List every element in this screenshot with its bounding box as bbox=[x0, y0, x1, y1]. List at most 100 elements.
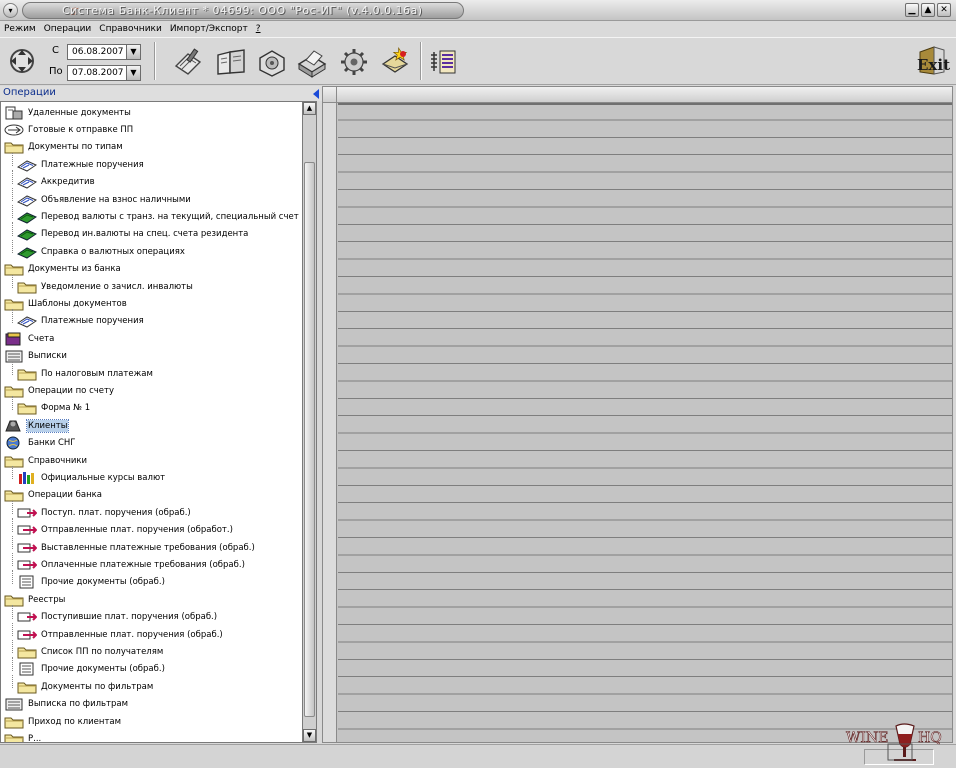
operations-panel-header: Операции bbox=[0, 86, 322, 101]
refresh-icon[interactable] bbox=[7, 46, 37, 76]
folder-icon bbox=[17, 367, 37, 381]
printer-icon[interactable] bbox=[296, 46, 328, 78]
scroll-up-button[interactable]: ▲ bbox=[303, 102, 316, 115]
tree-item[interactable]: Выписки bbox=[4, 348, 68, 365]
tree-item-label: Шаблоны документов bbox=[28, 298, 127, 309]
operations-tree[interactable]: Удаленные документы Готовые к отправке ПП… bbox=[0, 101, 303, 743]
tree-guide-line bbox=[12, 640, 13, 654]
tree-item[interactable]: Справка о валютных операциях bbox=[16, 243, 186, 260]
tree-item[interactable]: Поступившие плат. поручения (обраб.) bbox=[17, 609, 218, 626]
grid-corner-cell bbox=[323, 87, 337, 103]
tree-item[interactable]: Оплаченные платежные требования (обраб.) bbox=[17, 556, 246, 573]
gear-icon[interactable] bbox=[338, 46, 370, 78]
tree-guide-line bbox=[12, 518, 13, 532]
list-icon[interactable] bbox=[428, 46, 460, 78]
tree-item[interactable]: Форма № 1 bbox=[17, 400, 91, 417]
tree-item[interactable]: Прочие документы (обраб.) bbox=[17, 574, 166, 591]
menu-mode[interactable]: Режим bbox=[4, 21, 36, 37]
tree-item[interactable]: Готовые к отправке ПП bbox=[4, 121, 134, 138]
from-date-input[interactable]: 06.08.2007 bbox=[67, 44, 127, 60]
menu-operations[interactable]: Операции bbox=[44, 21, 92, 37]
tree-item[interactable]: Выставленные платежные требования (обраб… bbox=[17, 539, 256, 556]
outgoing-icon bbox=[17, 541, 38, 555]
tree-item-label: Удаленные документы bbox=[28, 107, 131, 118]
tree-item[interactable]: Прочие документы (обраб.) bbox=[17, 661, 166, 678]
tree-item[interactable]: Клиенты bbox=[4, 417, 70, 434]
tree-item[interactable]: Справочники bbox=[4, 452, 88, 469]
tree-item-label: Операции банка bbox=[28, 490, 102, 501]
incoming-icon bbox=[17, 610, 38, 624]
tree-guide-line bbox=[12, 152, 13, 167]
tree-item[interactable]: По налоговым платежам bbox=[17, 365, 154, 382]
grid-rows[interactable] bbox=[338, 103, 952, 742]
tree-item[interactable]: Счета bbox=[4, 330, 55, 347]
tree-guide-line bbox=[12, 205, 13, 219]
tree-item[interactable]: Перевод ин.валюты на спец. счета резиден… bbox=[16, 226, 249, 243]
tree-item-label: Платежные поручения bbox=[41, 316, 144, 327]
tree-item[interactable]: Р... bbox=[4, 730, 42, 742]
settings-icon[interactable] bbox=[256, 46, 288, 78]
menu-references[interactable]: Справочники bbox=[99, 21, 162, 37]
tree-item-label: Объявление на взнос наличными bbox=[41, 194, 191, 205]
payment-order-icon bbox=[16, 193, 38, 207]
tree-item[interactable]: Уведомление о зачисл. инвалюты bbox=[17, 278, 194, 295]
title-bar[interactable]: ▾ ℱ Система Банк-Клиент * 04699: ООО "Ро… bbox=[0, 0, 956, 21]
tree-item-label: Прочие документы (обраб.) bbox=[41, 664, 165, 675]
tree-item[interactable]: Список ПП по получателям bbox=[17, 643, 164, 660]
tree-item[interactable]: Объявление на взнос наличными bbox=[16, 191, 192, 208]
data-grid[interactable] bbox=[322, 86, 953, 743]
exit-label: Exit bbox=[917, 56, 950, 74]
tree-item[interactable]: Поступ. плат. поручения (обраб.) bbox=[17, 504, 192, 521]
mail-icon[interactable] bbox=[379, 46, 411, 78]
close-button[interactable]: ✕ bbox=[937, 3, 951, 17]
payment-order-icon bbox=[16, 175, 38, 189]
system-menu-button[interactable]: ▾ bbox=[3, 3, 18, 18]
tree-item[interactable]: Приход по клиентам bbox=[4, 713, 122, 730]
exit-button[interactable]: Exit bbox=[914, 44, 950, 78]
payment-order-icon bbox=[16, 314, 38, 328]
tree-item[interactable]: Операции по счету bbox=[4, 382, 115, 399]
from-date-dropdown[interactable]: ▼ bbox=[126, 44, 141, 60]
tree-item[interactable]: Отправленные плат. поручения (обраб.) bbox=[17, 626, 224, 643]
payment-order-icon bbox=[16, 158, 38, 172]
tree-item[interactable]: Документы по фильтрам bbox=[17, 678, 154, 695]
tree-item[interactable]: Банки СНГ bbox=[4, 435, 76, 452]
maximize-button[interactable]: ▲ bbox=[921, 3, 935, 17]
tree-item-label: Документы по фильтрам bbox=[41, 681, 154, 692]
tree-item[interactable]: Операции банка bbox=[4, 487, 103, 504]
tree-item[interactable]: Аккредитив bbox=[16, 174, 96, 191]
tree-guide-line bbox=[12, 500, 13, 515]
folder-icon bbox=[17, 680, 37, 694]
scroll-down-button[interactable]: ▼ bbox=[303, 729, 316, 742]
tree-item[interactable]: Отправленные плат. поручения (обработ.) bbox=[17, 522, 234, 539]
tree-item[interactable]: Шаблоны документов bbox=[4, 295, 128, 312]
tree-item-label: Выписка по фильтрам bbox=[28, 699, 129, 710]
tree-item[interactable]: Реестры bbox=[4, 591, 66, 608]
menu-import-export[interactable]: Импорт/Экспорт bbox=[170, 21, 248, 37]
menu-help[interactable]: ? bbox=[256, 21, 261, 37]
tree-item-label: Отправленные плат. поручения (обраб.) bbox=[41, 629, 223, 640]
tree-item-label: Официальные курсы валют bbox=[41, 472, 166, 483]
to-date-input[interactable]: 07.08.2007 bbox=[67, 65, 127, 81]
from-date-label: С bbox=[52, 45, 59, 56]
tree-item[interactable]: Перевод валюты с транз. на текущий, спец… bbox=[16, 208, 300, 225]
tree-item[interactable]: Выписка по фильтрам bbox=[4, 696, 129, 713]
collapse-panel-icon[interactable] bbox=[313, 89, 319, 99]
scroll-thumb[interactable] bbox=[304, 162, 315, 717]
tree-item[interactable]: Платежные поручения bbox=[16, 156, 145, 173]
tree-guide-line bbox=[12, 396, 13, 410]
book-icon[interactable] bbox=[215, 46, 247, 78]
tree-item[interactable]: Платежные поручения bbox=[16, 313, 145, 330]
document-icon bbox=[17, 662, 37, 676]
tree-item[interactable]: Удаленные документы bbox=[4, 104, 132, 121]
watermark-text-right: HQ bbox=[918, 730, 942, 746]
tree-item[interactable]: Документы по типам bbox=[4, 139, 124, 156]
currency-icon bbox=[16, 210, 38, 224]
tree-scrollbar[interactable]: ▲ ▼ bbox=[303, 101, 317, 743]
minimize-button[interactable]: ▁ bbox=[905, 3, 919, 17]
documents-icon[interactable] bbox=[172, 46, 204, 78]
currency-icon bbox=[16, 245, 38, 259]
tree-item[interactable]: Документы из банка bbox=[4, 261, 122, 278]
tree-item[interactable]: Официальные курсы валют bbox=[17, 469, 166, 486]
to-date-dropdown[interactable]: ▼ bbox=[126, 65, 141, 81]
